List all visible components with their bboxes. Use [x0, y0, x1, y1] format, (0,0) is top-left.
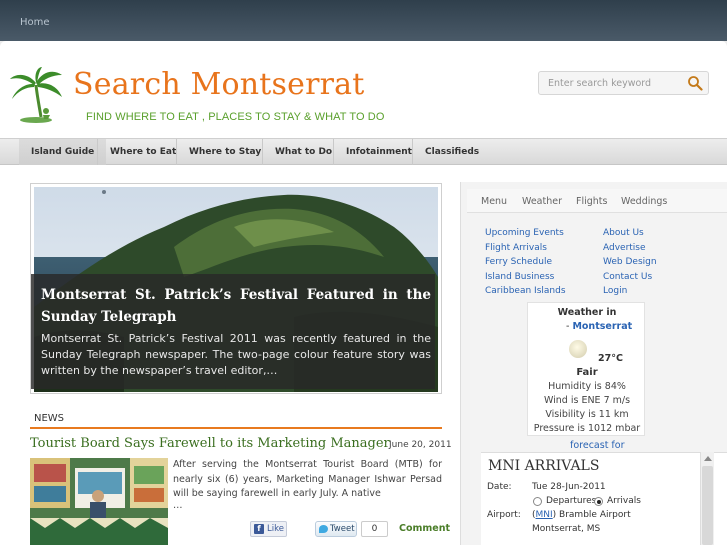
arrivals-title: MNI ARRIVALS [488, 458, 600, 474]
news-article-date: June 20, 2011 [389, 440, 452, 450]
tab-weather[interactable]: Weather [522, 196, 562, 207]
nav-item-classifieds[interactable]: Classifieds [412, 139, 491, 165]
link-about-us[interactable]: About Us [603, 226, 657, 241]
scroll-up-arrow-icon[interactable] [704, 456, 712, 461]
scrollbar-thumb[interactable] [702, 466, 713, 545]
featured-excerpt: Montserrat St. Patrick’s Festival 2011 w… [41, 332, 431, 377]
facebook-icon: f [254, 524, 264, 534]
tab-flights[interactable]: Flights [576, 196, 607, 207]
arrivals-scrollbar[interactable] [700, 452, 714, 545]
weather-widget: Weather in - Montserrat 27°C Fair Humidi… [527, 302, 645, 436]
weather-title: Weather in [557, 307, 617, 318]
link-contact-us[interactable]: Contact Us [603, 270, 657, 285]
date-value: Tue 28-Jun-2011 [532, 482, 606, 492]
link-caribbean-islands[interactable]: Caribbean Islands [485, 284, 566, 299]
nav-item-where-to-eat[interactable]: Where to Eat [97, 139, 188, 165]
airport-code-link[interactable]: MNI [536, 510, 553, 520]
weather-temperature: 27°C [598, 353, 623, 364]
weather-pressure: Pressure is 1012 mbar [533, 423, 641, 434]
arrivals-radio[interactable] [594, 497, 603, 506]
arrivals-label[interactable]: Arrivals [607, 496, 641, 506]
news-article-title[interactable]: Tourist Board Says Farewell to its Marke… [30, 436, 390, 451]
weather-location: - Montserrat [566, 321, 633, 332]
news-article-image[interactable] [30, 458, 168, 545]
nav-item-where-to-stay[interactable]: Where to Stay [176, 139, 273, 165]
site-tagline: FIND WHERE TO EAT , PLACES TO STAY & WHA… [86, 111, 385, 123]
booth-photo [30, 458, 168, 545]
twitter-bird-icon [319, 525, 328, 533]
search-input[interactable] [539, 72, 684, 94]
link-web-design[interactable]: Web Design [603, 255, 657, 270]
news-section-header: NEWS [30, 410, 442, 429]
weather-humidity: Humidity is 84% [548, 381, 626, 392]
news-label: NEWS [34, 413, 65, 424]
weather-condition: Fair [576, 367, 598, 378]
like-label: Like [267, 524, 284, 534]
nav-item-infotainment[interactable]: Infotainment [333, 139, 424, 165]
link-ferry-schedule[interactable]: Ferry Schedule [485, 255, 566, 270]
tab-weddings[interactable]: Weddings [621, 196, 667, 207]
nav-item-island-guide[interactable]: Island Guide [19, 139, 107, 165]
sidebar-links-left: Upcoming Events Flight Arrivals Ferry Sc… [485, 226, 566, 299]
tweet-count: 0 [361, 521, 388, 537]
link-island-business[interactable]: Island Business [485, 270, 566, 285]
airport-info: (MNI) Bramble Airport [532, 510, 631, 520]
airport-label: Airport: [487, 510, 521, 520]
weather-visibility: Visibility is 11 km [545, 409, 629, 420]
featured-title[interactable]: Montserrat St. Patrick’s Festival Featur… [41, 284, 431, 328]
departures-radio[interactable] [533, 497, 542, 506]
comment-link[interactable]: Comment [399, 523, 450, 534]
departures-label[interactable]: Departures [546, 496, 596, 506]
sidebar-links-right: About Us Advertise Web Design Contact Us… [603, 226, 657, 299]
tab-menu[interactable]: Menu [481, 196, 507, 207]
nav-item-what-to-do[interactable]: What to Do [262, 139, 344, 165]
weather-location-link[interactable]: Montserrat [572, 321, 632, 332]
news-article-excerpt: After serving the Montserrat Tourist Boa… [173, 459, 442, 499]
sidebar-tabs: Menu Weather Flights Weddings [467, 189, 727, 213]
airport-location: Montserrat, MS [532, 524, 601, 534]
top-bar: Home [0, 0, 727, 41]
search-box [538, 71, 709, 95]
facebook-like-button[interactable]: f Like [250, 521, 287, 537]
link-flight-arrivals[interactable]: Flight Arrivals [485, 241, 566, 256]
link-advertise[interactable]: Advertise [603, 241, 657, 256]
featured-slider[interactable]: Montserrat St. Patrick’s Festival Featur… [30, 183, 442, 394]
date-label: Date: [487, 482, 512, 492]
forecast-link[interactable]: forecast for [570, 440, 625, 451]
link-login[interactable]: Login [603, 284, 657, 299]
airport-name: Bramble Airport [559, 510, 631, 520]
tweet-label: Tweet [330, 524, 355, 534]
link-upcoming-events[interactable]: Upcoming Events [485, 226, 566, 241]
main-nav: Island Guide Where to Eat Where to Stay … [0, 138, 727, 165]
caption-overlay: Montserrat St. Patrick’s Festival Featur… [31, 274, 435, 389]
fair-weather-icon [569, 340, 587, 358]
search-icon[interactable] [687, 75, 703, 91]
news-read-more[interactable]: … [173, 500, 183, 511]
palm-tree-logo-icon[interactable] [6, 67, 64, 125]
tweet-button[interactable]: Tweet [315, 521, 357, 537]
weather-wind: Wind is ENE 7 m/s [543, 395, 631, 406]
site-title[interactable]: Search Montserrat [73, 67, 365, 102]
home-link[interactable]: Home [20, 17, 50, 28]
